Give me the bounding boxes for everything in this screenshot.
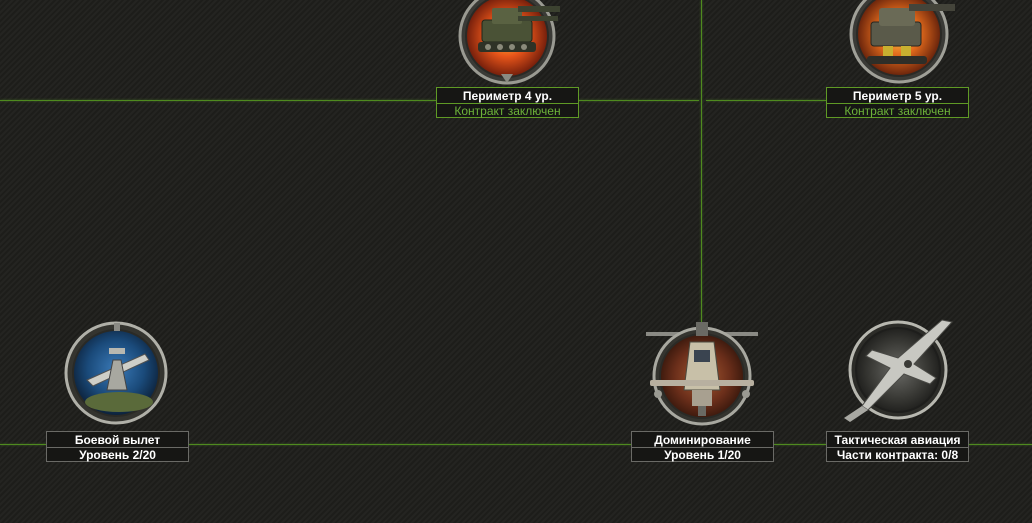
node-status: Части контракта: 0/8: [836, 448, 959, 462]
node-status: Уровень 2/20: [79, 448, 156, 462]
aircraft-sortie-icon[interactable]: [63, 320, 169, 426]
node-title: Доминирование: [632, 432, 773, 448]
tactical-aviation-label[interactable]: Тактическая авиация Части контракта: 0/8: [826, 431, 969, 462]
node-title: Тактическая авиация: [827, 432, 968, 448]
node-title: Боевой вылет: [47, 432, 188, 448]
fighter-jet-icon[interactable]: [838, 318, 958, 422]
connector-line-bottom-far: [969, 444, 1032, 445]
connector-line-top-right: [706, 100, 826, 101]
node-status: Контракт заключен: [844, 104, 951, 118]
node-title: Периметр 5 ур.: [827, 88, 968, 104]
combat-sortie-label[interactable]: Боевой вылет Уровень 2/20: [46, 431, 189, 462]
connector-line-top-left: [0, 100, 436, 101]
connector-line-bottom-left: [0, 444, 46, 445]
connector-line-top-middle: [579, 100, 699, 101]
attack-helicopter-icon[interactable]: [644, 318, 760, 430]
connector-line-bottom-right: [774, 444, 826, 445]
domination-label[interactable]: Доминирование Уровень 1/20: [631, 431, 774, 462]
connector-line-vertical: [701, 0, 702, 322]
connector-line-bottom-middle: [189, 444, 631, 445]
node-status: Контракт заключен: [454, 104, 561, 118]
tank-turret-icon[interactable]: [452, 0, 562, 86]
perimeter-4-label[interactable]: Периметр 4 ур. Контракт заключен: [436, 87, 579, 118]
node-status: Уровень 1/20: [664, 448, 741, 462]
artillery-turret-icon[interactable]: [843, 0, 955, 86]
perimeter-5-label[interactable]: Периметр 5 ур. Контракт заключен: [826, 87, 969, 118]
node-title: Периметр 4 ур.: [437, 88, 578, 104]
